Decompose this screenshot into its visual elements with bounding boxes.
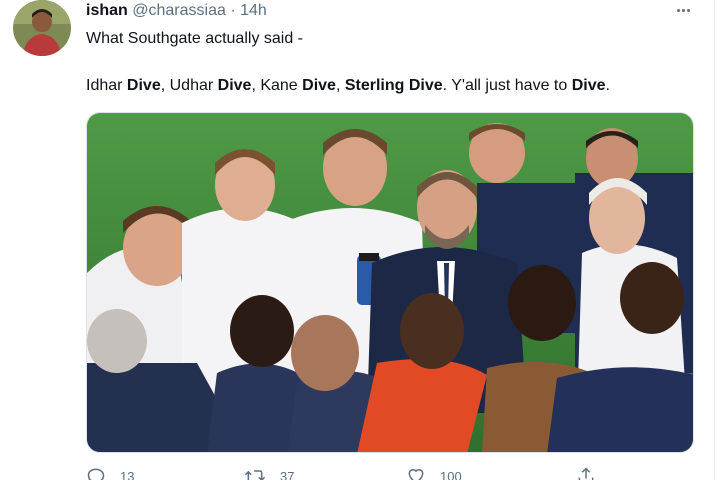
reply-action[interactable]: 13 <box>86 466 134 480</box>
timestamp[interactable]: 14h <box>240 2 267 19</box>
text-segment: Idhar <box>86 77 127 94</box>
text-segment-bold: Sterling Dive <box>344 77 443 94</box>
tweet-header: ishan @charassiaa · 14h <box>86 1 267 21</box>
tweet-actions: 13 37 100 <box>86 466 606 480</box>
text-segment: , Kane <box>251 77 303 94</box>
share-icon[interactable] <box>576 466 596 480</box>
reply-icon[interactable] <box>86 466 106 480</box>
text-segment: . Y'all just have to <box>442 77 572 94</box>
tweet[interactable]: ishan @charassiaa · 14h What Southgate a… <box>0 0 720 480</box>
like-count: 100 <box>440 468 462 480</box>
tweet-photo[interactable] <box>86 112 694 453</box>
share-action[interactable] <box>576 466 596 480</box>
text-segment: , <box>335 77 345 94</box>
retweet-count: 37 <box>280 468 295 480</box>
tweet-text-line-1: What Southgate actually said - <box>86 30 304 47</box>
retweet-action[interactable]: 37 <box>244 466 294 480</box>
tweet-text-line-2: Idhar Dive, Udhar Dive, Kane Dive, Sterl… <box>86 76 610 96</box>
text-segment-bold: Dive <box>571 77 606 94</box>
display-name[interactable]: ishan <box>86 2 128 19</box>
like-icon[interactable] <box>406 466 426 480</box>
retweet-icon[interactable] <box>244 466 266 480</box>
timeline-border <box>714 0 715 480</box>
text-segment-bold: Dive <box>217 77 252 94</box>
separator-dot: · <box>230 2 236 19</box>
avatar[interactable] <box>13 0 71 56</box>
reply-count: 13 <box>120 468 135 480</box>
like-action[interactable]: 100 <box>406 466 462 480</box>
text-segment: , Udhar <box>160 77 218 94</box>
text-segment-bold: Dive <box>126 77 161 94</box>
text-segment: . <box>605 77 610 94</box>
text-segment-bold: Dive <box>302 77 336 94</box>
user-handle[interactable]: @charassiaa <box>132 2 226 19</box>
more-icon[interactable] <box>670 0 696 20</box>
